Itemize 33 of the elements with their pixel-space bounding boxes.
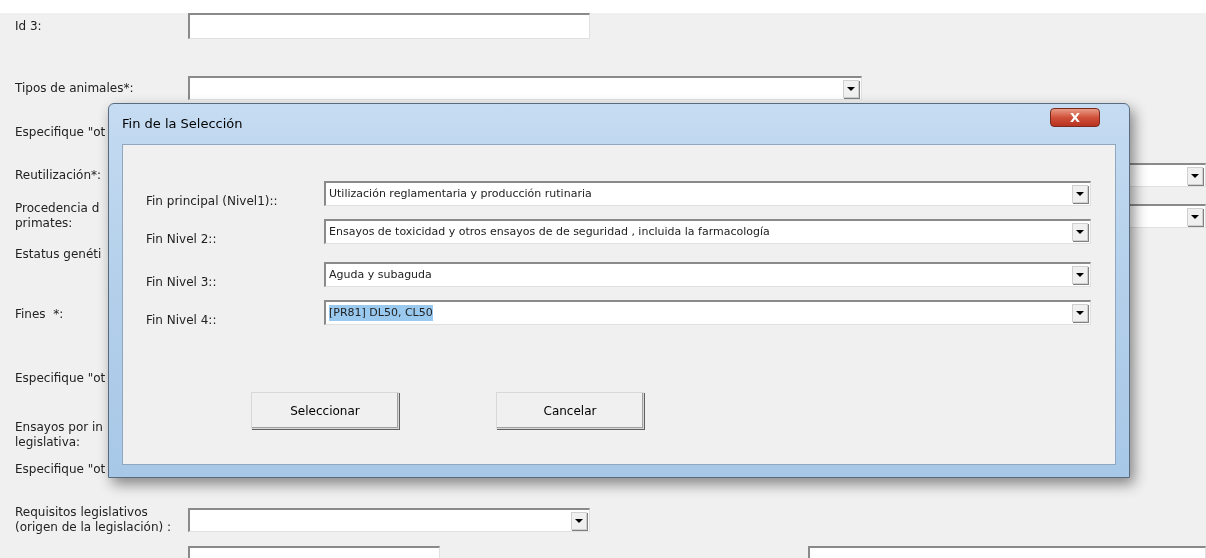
dropdown-field[interactable]: Ensayos de toxicidad y otros ensayos de de seguridad , incluida la farmacología (324, 219, 1091, 244)
field-label: Fines *: (15, 306, 64, 322)
field-label: Fin Nivel 2:: (146, 231, 218, 248)
field-label: Especifique "ot (15, 461, 106, 477)
field-label: Reutilización*: (15, 167, 102, 183)
field-label: (origen de la legislación) : (15, 520, 172, 535)
field-value: [PR81] DL50, CL50 (329, 304, 433, 322)
field-label: primates: (15, 216, 73, 231)
field-label: Id 3: (15, 18, 42, 34)
dropdown-field[interactable]: Aguda y subaguda (324, 262, 1091, 287)
close-button[interactable]: X (1050, 108, 1100, 127)
dialog-button[interactable]: Cancelar (496, 392, 644, 429)
dropdown-field[interactable]: Utilización reglamentaria y producción rutinaria (324, 181, 1091, 206)
field-value: Utilización reglamentaria y producción rutinaria (329, 185, 592, 202)
dropdown-field[interactable]: [PR81] DL50, CL50 (324, 300, 1091, 325)
field-label: Requisitos legislativos (15, 505, 148, 520)
field-label: Ensayos por in (15, 420, 103, 435)
field-label: legislativa: (15, 435, 81, 450)
dropdown-field[interactable] (188, 508, 590, 532)
field-label: Procedencia d (15, 201, 100, 216)
field-label: Estatus genéti (15, 246, 102, 262)
field-label: Fin Nivel 4:: (146, 312, 218, 329)
text-field[interactable] (188, 13, 590, 39)
field-label: Tipos de animales*: (15, 80, 134, 96)
field-label: Especifique "ot (15, 124, 106, 140)
field-value: Aguda y subaguda (329, 266, 432, 283)
dialog-button[interactable]: Seleccionar (251, 392, 399, 429)
field-value: Ensayos de toxicidad y otros ensayos de de seguridad , incluida la farmacología (329, 223, 770, 240)
dropdown-field[interactable] (188, 76, 862, 100)
field-label: Especifique "ot (15, 370, 106, 386)
field-label: Fin principal (Nivel1):: (146, 193, 279, 210)
dialog-title: Fin de la Selección (122, 115, 243, 133)
field-label: Fin Nivel 3:: (146, 274, 218, 291)
